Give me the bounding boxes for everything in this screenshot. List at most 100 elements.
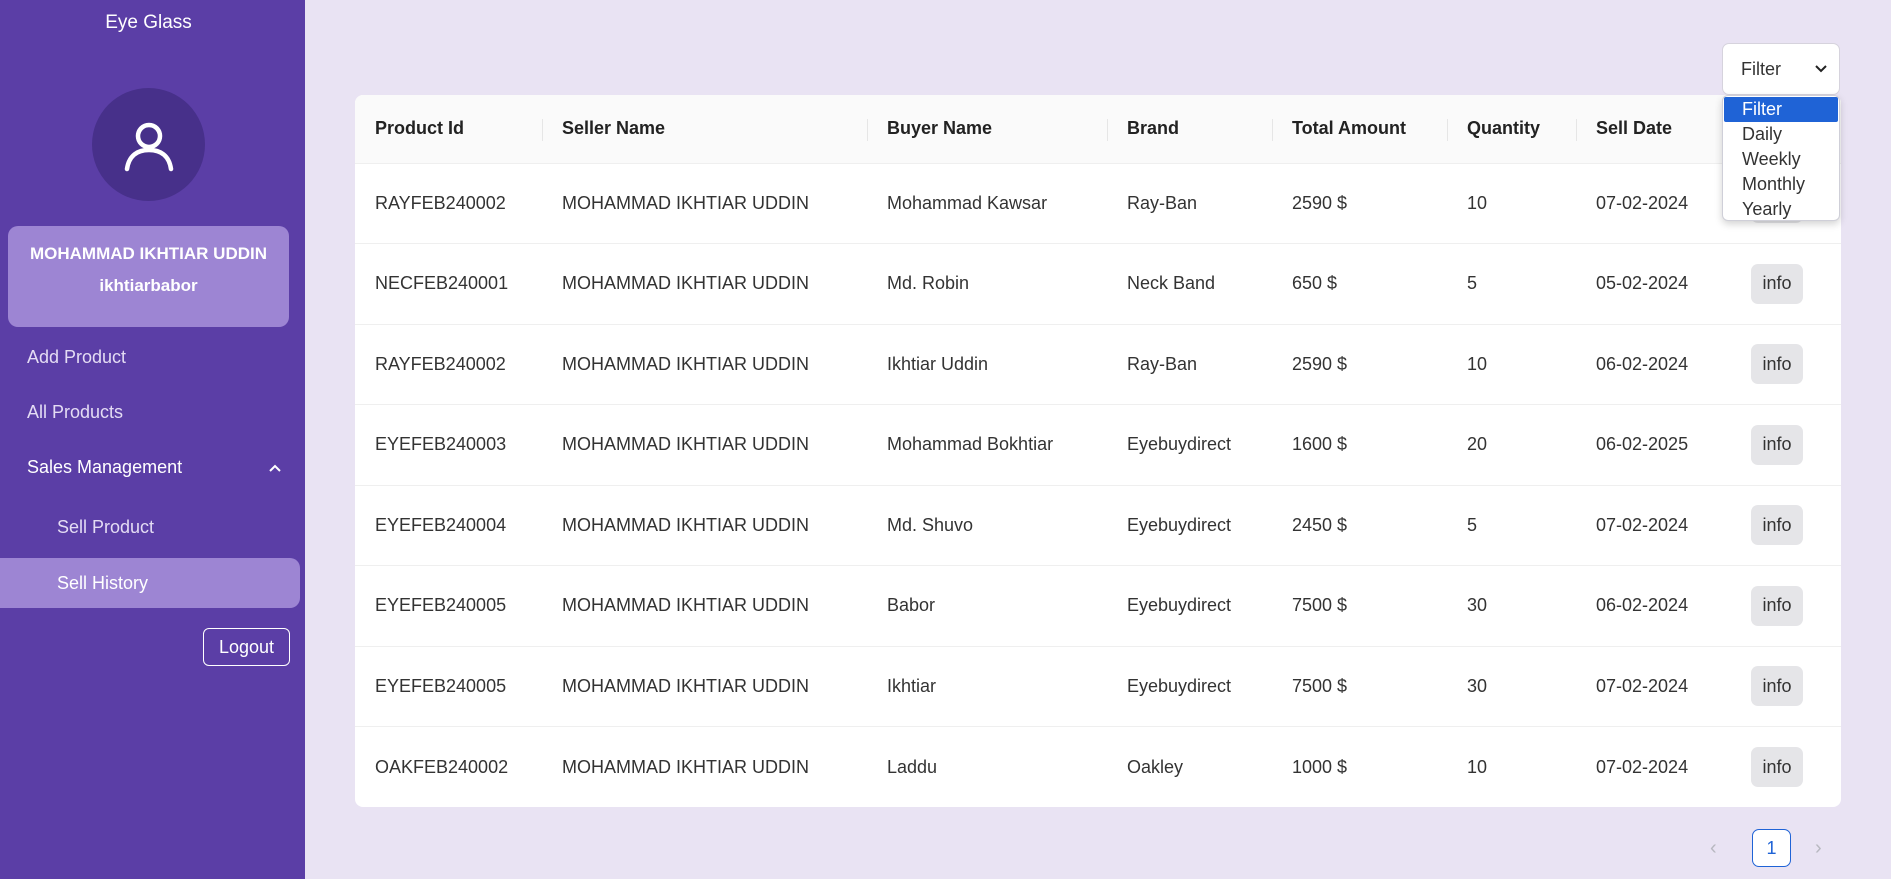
cell-quantity: 10 (1467, 353, 1488, 374)
cell-actions: info (1731, 485, 1841, 566)
cell-sell-date: 07-02-2024 (1596, 192, 1689, 213)
cell-buyer-name: Laddu (887, 756, 938, 777)
chevron-left-icon[interactable]: ‹ (1710, 829, 1717, 867)
cell-quantity: 5 (1467, 514, 1478, 535)
cell-brand: Eyebuydirect (1127, 595, 1232, 616)
column-header[interactable]: Brand (1107, 95, 1272, 163)
chevron-right-icon[interactable]: › (1815, 829, 1822, 867)
cell-seller-name: MOHAMMAD IKHTIAR UDDIN (562, 434, 809, 455)
nav-sales-management-label: Sales Management (27, 457, 183, 477)
filter-option-yearly[interactable]: Yearly (1724, 197, 1838, 222)
cell-sell-date: 06-02-2024 (1596, 595, 1689, 616)
cell-actions: info (1731, 566, 1841, 647)
sales-table: Product Id Seller Name Buyer Name Brand … (355, 95, 1841, 807)
user-card: MOHAMMAD IKHTIAR UDDIN ikhtiarbabor (8, 226, 289, 327)
sales-table-container: Product Id Seller Name Buyer Name Brand … (355, 95, 1841, 807)
cell-seller-name: MOHAMMAD IKHTIAR UDDIN (562, 273, 809, 294)
table-row: RAYFEB240002 MOHAMMAD IKHTIAR UDDIN Ikhtia… (355, 324, 1841, 405)
cell-seller-name: MOHAMMAD IKHTIAR UDDIN (562, 595, 809, 616)
filter-select[interactable]: Filter (1722, 43, 1840, 95)
info-button[interactable]: info (1751, 747, 1803, 787)
cell-sell-date: 06-02-2024 (1596, 353, 1689, 374)
cell-actions: info (1731, 405, 1841, 486)
table-body: RAYFEB240002 MOHAMMAD IKHTIAR UDDIN Mohamm… (355, 163, 1841, 807)
info-button[interactable]: info (1751, 585, 1803, 626)
cell-seller-name: MOHAMMAD IKHTIAR UDDIN (562, 756, 809, 777)
cell-quantity: 30 (1467, 595, 1488, 616)
app: Eye Glass MOHAMMAD IKHTIAR UDDIN ikhtiar… (0, 0, 1891, 879)
cell-sell-date: 07-02-2024 (1596, 756, 1689, 777)
cell-sell-date: 07-02-2024 (1596, 514, 1689, 535)
column-header[interactable]: Sell Date (1576, 95, 1731, 163)
cell-sell-date: 05-02-2024 (1596, 273, 1689, 294)
info-button[interactable]: info (1751, 344, 1803, 385)
filter-option-daily[interactable]: Daily (1724, 122, 1838, 147)
cell-product-id: OAKFEB240002 (375, 756, 509, 777)
cell-total-amount: 2450 $ (1292, 514, 1348, 535)
cell-seller-name: MOHAMMAD IKHTIAR UDDIN (562, 353, 809, 374)
cell-quantity: 20 (1467, 434, 1488, 455)
cell-actions: info (1731, 244, 1841, 325)
column-header[interactable]: Product Id (355, 95, 542, 163)
table-row: EYEFEB240005 MOHAMMAD IKHTIAR UDDIN Ikhtia… (355, 646, 1841, 727)
cell-product-id: NECFEB240001 (375, 273, 509, 294)
cell-quantity: 5 (1467, 273, 1478, 294)
filter-option-weekly[interactable]: Weekly (1724, 147, 1838, 172)
cell-actions: info (1731, 646, 1841, 727)
nav-sell-product[interactable]: Sell Product (57, 517, 154, 538)
cell-sell-date: 07-02-2024 (1596, 675, 1689, 696)
info-button[interactable]: info (1751, 666, 1803, 707)
cell-total-amount: 7500 $ (1292, 595, 1348, 616)
cell-brand: Eyebuydirect (1127, 434, 1232, 455)
cell-buyer-name: Md. Robin (887, 273, 970, 294)
info-button[interactable]: info (1751, 263, 1803, 304)
cell-total-amount: 7500 $ (1292, 675, 1348, 696)
column-header[interactable]: Quantity (1447, 95, 1576, 163)
cell-seller-name: MOHAMMAD IKHTIAR UDDIN (562, 675, 809, 696)
cell-buyer-name: Babor (887, 595, 936, 616)
cell-buyer-name: Md. Shuvo (887, 514, 974, 535)
cell-buyer-name: Mohammad Kawsar (887, 192, 1048, 213)
cell-total-amount: 2590 $ (1292, 353, 1348, 374)
filter-option-monthly[interactable]: Monthly (1724, 172, 1838, 197)
table-row: EYEFEB240005 MOHAMMAD IKHTIAR UDDIN Babor E… (355, 565, 1841, 647)
info-button[interactable]: info (1751, 424, 1803, 465)
info-button[interactable]: info (1751, 505, 1803, 546)
cell-buyer-name: Ikhtiar (887, 675, 937, 696)
cell-total-amount: 650 $ (1292, 273, 1338, 294)
nav-sales-management[interactable]: Sales Management (27, 457, 282, 478)
brand-title: Eye Glass (105, 12, 192, 33)
cell-actions: info (1731, 727, 1841, 808)
filter-dropdown: Filter Daily Weekly Monthly Yearly (1722, 95, 1840, 221)
cell-quantity: 10 (1467, 192, 1488, 213)
filter-option-filter[interactable]: Filter (1724, 97, 1838, 122)
cell-buyer-name: Mohammad Bokhtiar (887, 434, 1054, 455)
column-header[interactable]: Buyer Name (867, 95, 1107, 163)
cell-brand: Eyebuydirect (1127, 675, 1232, 696)
column-header[interactable]: Total Amount (1272, 95, 1447, 163)
avatar (92, 88, 205, 201)
cell-brand: Ray-Ban (1127, 192, 1198, 213)
user-username: ikhtiarbabor (99, 276, 198, 295)
cell-seller-name: MOHAMMAD IKHTIAR UDDIN (562, 514, 809, 535)
cell-brand: Oakley (1127, 756, 1184, 777)
page-button[interactable]: 1 (1752, 829, 1791, 867)
chevron-down-icon (1815, 65, 1827, 73)
cell-quantity: 10 (1467, 756, 1488, 777)
nav-sell-history[interactable]: Sell History (0, 558, 300, 608)
cell-brand: Ray-Ban (1127, 353, 1198, 374)
cell-product-id: RAYFEB240002 (375, 353, 506, 374)
nav-all-products[interactable]: All Products (27, 402, 123, 423)
table-row: OAKFEB240002 MOHAMMAD IKHTIAR UDDIN Laddu O… (355, 726, 1841, 808)
cell-sell-date: 06-02-2025 (1596, 434, 1689, 455)
column-header[interactable]: Seller Name (542, 95, 867, 163)
logout-button[interactable]: Logout (203, 628, 290, 666)
nav-add-product[interactable]: Add Product (27, 347, 126, 368)
user-icon (124, 122, 173, 171)
sidebar: Eye Glass MOHAMMAD IKHTIAR UDDIN ikhtiar… (0, 0, 305, 879)
cell-brand: Neck Band (1127, 273, 1216, 294)
cell-brand: Eyebuydirect (1127, 514, 1232, 535)
cell-total-amount: 1000 $ (1292, 756, 1348, 777)
cell-total-amount: 1600 $ (1292, 434, 1348, 455)
cell-product-id: EYEFEB240003 (375, 434, 507, 455)
